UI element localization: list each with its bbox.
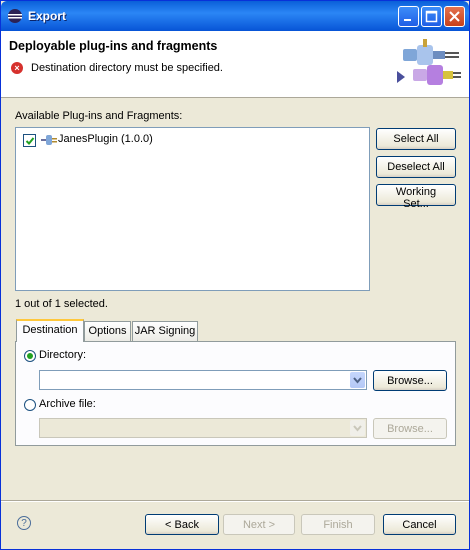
minimize-button[interactable] (398, 6, 419, 27)
browse-archive-button[interactable]: Browse... (373, 418, 447, 439)
wizard-header: Deployable plug-ins and fragments × Dest… (1, 31, 469, 98)
help-icon[interactable]: ? (17, 516, 31, 530)
plugin-icon (41, 133, 57, 147)
maximize-button[interactable] (421, 6, 442, 27)
select-all-button[interactable]: Select All (376, 128, 456, 150)
working-set-button[interactable]: Working Set... (376, 184, 456, 210)
selection-status: 1 out of 1 selected. (15, 298, 108, 310)
error-message: Destination directory must be specified. (31, 62, 223, 74)
archive-file-radio[interactable] (24, 399, 36, 411)
tab-options[interactable]: Options (84, 321, 131, 341)
plugin-checkbox[interactable] (23, 134, 36, 147)
finish-button[interactable]: Finish (301, 514, 375, 535)
back-button[interactable]: < Back (145, 514, 219, 535)
plugins-list[interactable]: JanesPlugin (1.0.0) (15, 127, 370, 291)
eclipse-icon (7, 8, 23, 24)
directory-combo[interactable] (39, 370, 367, 390)
browse-directory-button[interactable]: Browse... (373, 370, 447, 391)
title-bar[interactable]: Export (1, 1, 469, 31)
page-title: Deployable plug-ins and fragments (9, 39, 218, 53)
chevron-down-icon[interactable] (350, 420, 365, 436)
close-button[interactable] (444, 6, 465, 27)
next-button[interactable]: Next > (223, 514, 295, 535)
export-dialog: Export Deployable plug-ins and fragments… (0, 0, 470, 550)
list-item-label: JanesPlugin (1.0.0) (58, 133, 153, 145)
directory-label: Directory: (39, 349, 87, 361)
deselect-all-button[interactable]: Deselect All (376, 156, 456, 178)
archive-file-combo[interactable] (39, 418, 367, 438)
error-icon: × (11, 62, 23, 74)
plugins-list-label: Available Plug-ins and Fragments: (15, 110, 183, 122)
plugin-export-banner-icon (391, 37, 463, 93)
directory-radio[interactable] (24, 350, 36, 362)
cancel-button[interactable]: Cancel (383, 514, 456, 535)
window-title: Export (28, 9, 67, 23)
chevron-down-icon[interactable] (350, 372, 365, 388)
archive-file-label: Archive file: (39, 398, 96, 410)
radio-selected-dot (27, 353, 33, 359)
tab-destination[interactable]: Destination (16, 319, 84, 342)
tab-jar-signing[interactable]: JAR Signing (132, 321, 198, 341)
footer-separator (1, 500, 469, 502)
destination-panel: Directory: Browse... Archive file: Brows… (15, 341, 456, 446)
